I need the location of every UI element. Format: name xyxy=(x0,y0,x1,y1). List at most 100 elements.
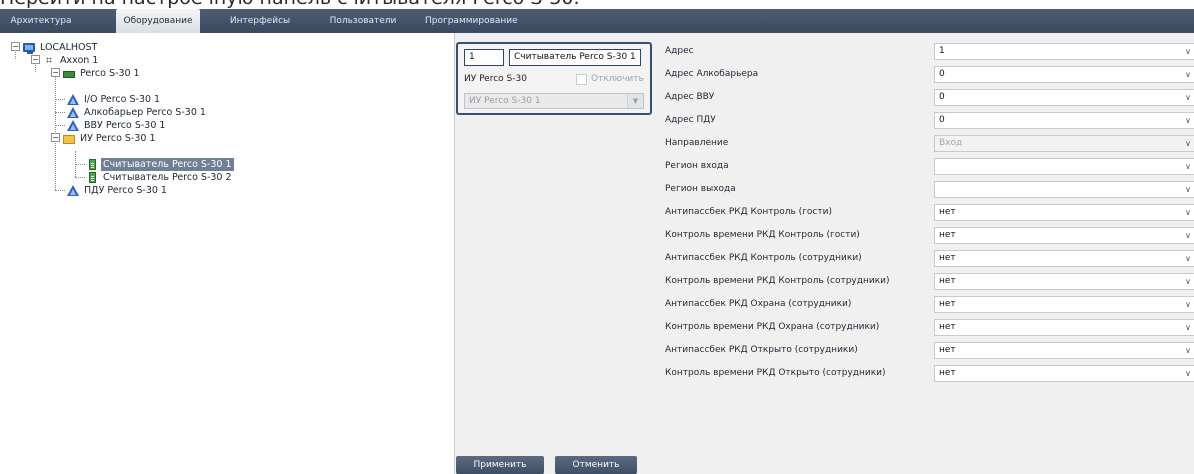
collapse-toggle[interactable]: − xyxy=(51,133,60,142)
tree-node-iu[interactable]: ИУ Perco S-30 1 xyxy=(63,132,158,145)
cancel-button[interactable]: Отменить xyxy=(555,456,637,474)
chevron-down-icon: ∨ xyxy=(1185,208,1191,217)
property-value-field[interactable]: 0 ∨ xyxy=(934,89,1194,106)
chevron-down-icon: ∨ xyxy=(1185,162,1191,171)
tree-node-label: ПДУ Perco S-30 1 xyxy=(84,185,167,196)
disable-checkbox[interactable]: Отключить xyxy=(576,72,648,86)
property-label: Контроль времени РКД Контроль (сотрудник… xyxy=(665,276,890,286)
property-value-field[interactable]: 0 ∨ xyxy=(934,112,1194,129)
property-label: Антипассбек РКД Открыто (сотрудники) xyxy=(665,345,858,355)
property-label: Антипассбек РКД Охрана (сотрудники) xyxy=(665,299,852,309)
device-header-box: 1 Считыватель Perco S-30 1 ИУ Perco S-30… xyxy=(456,42,652,115)
chevron-down-icon: ∨ xyxy=(1185,93,1191,102)
property-value: нет xyxy=(939,368,956,378)
folder-icon xyxy=(63,134,75,144)
tab-users[interactable]: Пользователи xyxy=(325,9,401,33)
triangle-icon xyxy=(67,94,79,105)
tree-node-label: I/O Perco S-30 1 xyxy=(84,94,161,105)
property-value: 0 xyxy=(939,92,945,102)
property-value-field[interactable]: 0 ∨ xyxy=(934,66,1194,83)
property-value: нет xyxy=(939,207,956,217)
app-window: Перейти на настроечную панель считывател… xyxy=(0,0,1194,474)
disable-label: Отключить xyxy=(591,74,644,84)
tree-node-label: Perco S-30 1 xyxy=(80,68,140,79)
tab-bar: Архитектура Оборудование Интерфейсы Поль… xyxy=(0,9,1194,33)
tree-node-label: LOCALHOST xyxy=(40,42,98,53)
property-label: Контроль времени РКД Охрана (сотрудники) xyxy=(665,322,880,332)
property-value-field[interactable]: нет ∨ xyxy=(934,227,1194,244)
collapse-toggle[interactable]: − xyxy=(11,42,20,51)
board-icon xyxy=(63,71,75,78)
tree-node-vvu[interactable]: ВВУ Perco S-30 1 xyxy=(67,119,167,132)
device-number-input[interactable]: 1 xyxy=(464,49,504,66)
property-value: нет xyxy=(939,253,956,263)
property-value-field[interactable]: ∨ xyxy=(934,181,1194,198)
tree-node-alcobarrier[interactable]: Алкобарьер Perco S-30 1 xyxy=(67,106,208,119)
device-name-input[interactable]: Считыватель Perco S-30 1 xyxy=(509,49,641,66)
triangle-icon xyxy=(67,120,79,131)
parent-device-value: ИУ Perco S-30 1 xyxy=(469,96,541,106)
page-caption: Перейти на настроечную панель считывател… xyxy=(0,0,579,9)
property-label: Адрес ПДУ xyxy=(665,115,716,125)
property-value: 1 xyxy=(939,46,945,56)
tab-interfaces[interactable]: Интерфейсы xyxy=(225,9,295,33)
network-icon: ⌗ xyxy=(45,54,53,67)
tree-node-perco-controller[interactable]: Perco S-30 1 xyxy=(63,67,142,80)
tree-node-reader-1[interactable]: Считыватель Perco S-30 1 xyxy=(87,158,234,171)
property-label: Направление xyxy=(665,138,729,148)
property-value: нет xyxy=(939,276,956,286)
chevron-down-icon: ∨ xyxy=(1185,70,1191,79)
tab-programming[interactable]: Программирование xyxy=(425,9,518,33)
chevron-down-icon: ∨ xyxy=(1185,323,1191,332)
chevron-down-icon: ∨ xyxy=(1185,254,1191,263)
parent-device-select[interactable]: ИУ Perco S-30 1 ▼ xyxy=(464,93,644,109)
tree-node-axxon[interactable]: ⌗ Axxon 1 xyxy=(43,54,100,67)
tab-architecture[interactable]: Архитектура xyxy=(6,9,76,33)
tree-node-label: ВВУ Perco S-30 1 xyxy=(84,120,166,131)
triangle-icon xyxy=(67,107,79,118)
property-label: Антипассбек РКД Контроль (сотрудники) xyxy=(665,253,862,263)
tree-node-reader-2[interactable]: Считыватель Perco S-30 2 xyxy=(87,171,234,184)
chevron-down-icon: ∨ xyxy=(1185,277,1191,286)
property-value-field[interactable]: нет ∨ xyxy=(934,250,1194,267)
property-value: нет xyxy=(939,322,956,332)
property-value-field: Вход ∨ xyxy=(934,135,1194,152)
property-value-field[interactable]: нет ∨ xyxy=(934,342,1194,359)
checkbox-box[interactable] xyxy=(576,73,587,85)
property-value-field[interactable]: нет ∨ xyxy=(934,296,1194,313)
property-value-field[interactable]: нет ∨ xyxy=(934,365,1194,382)
property-label: Антипассбек РКД Контроль (гости) xyxy=(665,207,832,217)
property-label: Регион выхода xyxy=(665,184,736,194)
property-label: Контроль времени РКД Открыто (сотрудники… xyxy=(665,368,886,378)
property-value-field[interactable]: ∨ xyxy=(934,158,1194,175)
chevron-down-icon: ∨ xyxy=(1185,116,1191,125)
tree-node-label: Axxon 1 xyxy=(60,55,99,66)
collapse-toggle[interactable]: − xyxy=(31,55,40,64)
property-label: Адрес ВВУ xyxy=(665,92,715,102)
tree-node-label: Считыватель Perco S-30 1 xyxy=(101,158,234,171)
property-value: 0 xyxy=(939,69,945,79)
property-label: Контроль времени РКД Контроль (гости) xyxy=(665,230,860,240)
tree-node-localhost[interactable]: LOCALHOST xyxy=(23,41,99,54)
tree-node-io[interactable]: I/O Perco S-30 1 xyxy=(67,93,162,106)
property-value: нет xyxy=(939,299,956,309)
tab-hardware[interactable]: Оборудование xyxy=(116,9,200,33)
reader-icon xyxy=(89,172,96,183)
property-value-field[interactable]: 1 ∨ xyxy=(934,43,1194,60)
property-value-field[interactable]: нет ∨ xyxy=(934,204,1194,221)
collapse-toggle[interactable]: − xyxy=(51,68,60,77)
property-label: Адрес xyxy=(665,46,694,56)
tree-node-label: ИУ Perco S-30 1 xyxy=(80,133,156,144)
property-value: 0 xyxy=(939,115,945,125)
tree-node-pdu[interactable]: ПДУ Perco S-30 1 xyxy=(67,184,169,197)
dropdown-arrow-icon: ▼ xyxy=(627,94,643,108)
chevron-down-icon: ∨ xyxy=(1185,300,1191,309)
property-value-field[interactable]: нет ∨ xyxy=(934,273,1194,290)
apply-button[interactable]: Применить xyxy=(456,456,544,474)
reader-icon xyxy=(89,159,96,170)
parent-type-label: ИУ Perco S-30 xyxy=(464,74,527,84)
chevron-down-icon: ∨ xyxy=(1185,185,1191,194)
chevron-down-icon: ∨ xyxy=(1185,346,1191,355)
property-value-field[interactable]: нет ∨ xyxy=(934,319,1194,336)
property-value: нет xyxy=(939,230,956,240)
